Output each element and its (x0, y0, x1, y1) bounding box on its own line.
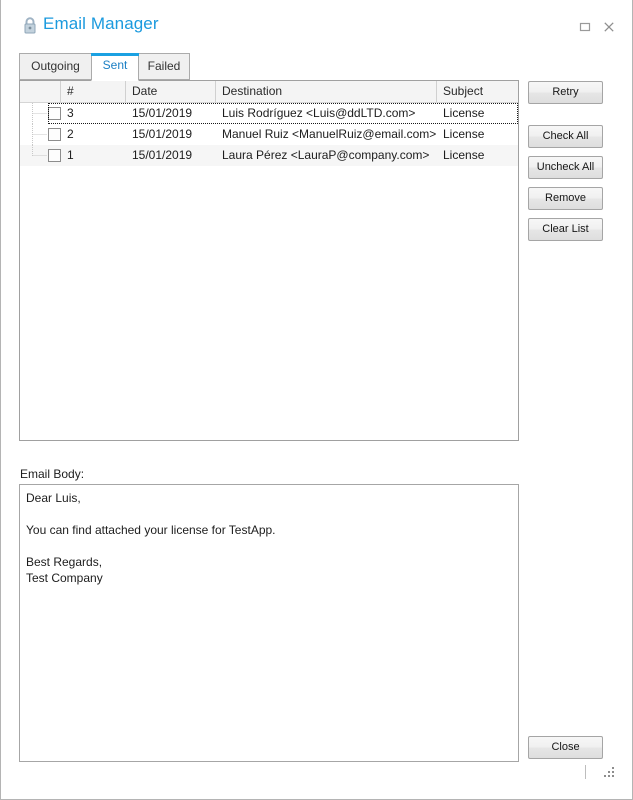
column-header-check[interactable] (20, 81, 61, 102)
email-body-label: Email Body: (20, 467, 85, 481)
cell-date: 15/01/2019 (132, 127, 193, 141)
close-button[interactable]: Close (528, 736, 603, 759)
cell-date: 15/01/2019 (132, 106, 193, 120)
column-header-destination[interactable]: Destination (216, 81, 437, 102)
title-bar: Email Manager (1, 0, 632, 48)
clear-list-button[interactable]: Clear List (528, 218, 603, 241)
row-checkbox[interactable] (48, 107, 61, 120)
tree-line-icon (31, 145, 48, 166)
email-body-input[interactable] (20, 485, 518, 761)
cell-subject: License (443, 127, 485, 141)
cell-destination: Manuel Ruiz <ManuelRuiz@email.com> (222, 127, 437, 141)
email-list: # Date Destination Subject 3 15/01/2019 … (19, 80, 519, 441)
retry-button[interactable]: Retry (528, 81, 603, 104)
table-row[interactable]: 3 15/01/2019 Luis Rodríguez <Luis@ddLTD.… (20, 103, 518, 124)
column-header-number[interactable]: # (61, 81, 126, 102)
tab-sent[interactable]: Sent (91, 53, 139, 81)
table-row[interactable]: 2 15/01/2019 Manuel Ruiz <ManuelRuiz@ema… (20, 124, 518, 145)
list-header-row: # Date Destination Subject (20, 81, 518, 103)
tab-failed[interactable]: Failed (138, 53, 190, 80)
remove-button[interactable]: Remove (528, 187, 603, 210)
row-checkbox[interactable] (48, 149, 61, 162)
table-row[interactable]: 1 15/01/2019 Laura Pérez <LauraP@company… (20, 145, 518, 166)
row-checkbox[interactable] (48, 128, 61, 141)
cell-subject: License (443, 148, 485, 162)
lock-icon (22, 17, 38, 34)
cell-number: 1 (67, 148, 74, 162)
email-body-box[interactable] (19, 484, 519, 762)
cell-destination: Laura Pérez <LauraP@company.com> (222, 148, 430, 162)
resize-grip-icon[interactable] (601, 764, 617, 780)
cell-subject: License (443, 106, 485, 120)
tree-line-icon (31, 103, 48, 124)
cell-date: 15/01/2019 (132, 148, 193, 162)
cell-destination: Luis Rodríguez <Luis@ddLTD.com> (222, 106, 416, 120)
tree-line-icon (31, 124, 48, 145)
column-header-subject[interactable]: Subject (437, 81, 518, 102)
uncheck-all-button[interactable]: Uncheck All (528, 156, 603, 179)
page-title: Email Manager (43, 14, 159, 33)
maximize-icon[interactable] (576, 18, 594, 36)
tab-outgoing[interactable]: Outgoing (19, 53, 92, 80)
close-icon[interactable] (600, 18, 618, 36)
check-all-button[interactable]: Check All (528, 125, 603, 148)
cell-number: 3 (67, 106, 74, 120)
cell-number: 2 (67, 127, 74, 141)
status-separator (585, 765, 586, 779)
column-header-date[interactable]: Date (126, 81, 216, 102)
email-manager-window: Email Manager Outgoing Sent Failed # Dat… (0, 0, 633, 800)
